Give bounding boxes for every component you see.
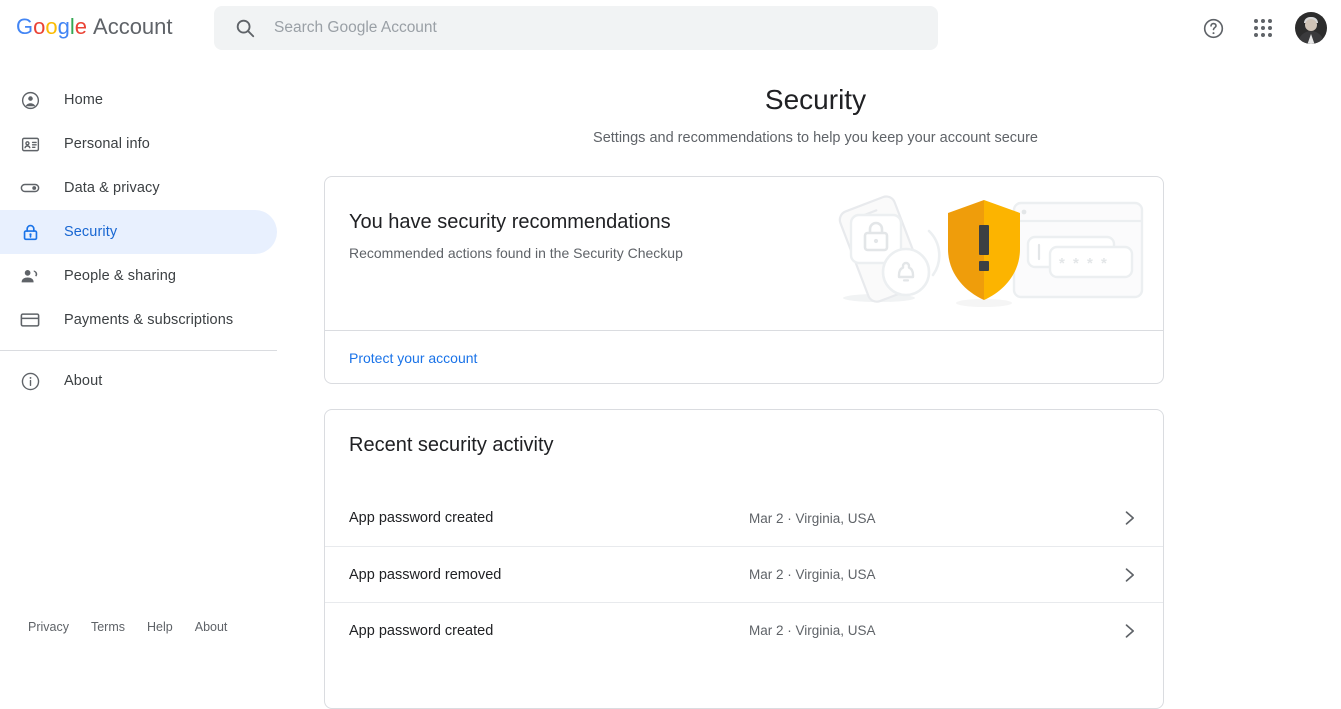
lock-icon bbox=[18, 220, 42, 244]
sidebar-item-label: Payments & subscriptions bbox=[64, 312, 234, 328]
security-shield-illustration: * * * * bbox=[829, 185, 1159, 315]
sidebar-item-label: Personal info bbox=[64, 136, 150, 152]
sidebar-item-payments-subscriptions[interactable]: Payments & subscriptions bbox=[0, 298, 277, 342]
svg-text:*: * bbox=[1059, 255, 1065, 272]
search-input[interactable] bbox=[274, 19, 914, 37]
activity-meta: Mar 2 · Virginia, USA bbox=[749, 567, 876, 582]
help-icon[interactable] bbox=[1195, 10, 1231, 46]
chevron-right-icon[interactable] bbox=[1119, 508, 1139, 528]
sidebar-item-people-sharing[interactable]: People & sharing bbox=[0, 254, 277, 298]
activity-name: App password removed bbox=[349, 566, 502, 583]
badge-icon bbox=[18, 132, 42, 156]
sidebar-divider bbox=[0, 350, 277, 351]
sidebar-item-security[interactable]: Security bbox=[0, 210, 277, 254]
table-row[interactable]: App password created Mar 2 · Virginia, U… bbox=[325, 490, 1163, 546]
table-row[interactable]: App password created Mar 2 · Virginia, U… bbox=[325, 602, 1163, 658]
sidebar-item-data-privacy[interactable]: Data & privacy bbox=[0, 166, 277, 210]
page-subtitle: Settings and recommendations to help you… bbox=[593, 130, 1038, 146]
protect-your-account-link[interactable]: Protect your account bbox=[349, 350, 477, 366]
sidebar-item-label: About bbox=[64, 373, 103, 389]
sidebar-item-about[interactable]: About bbox=[0, 359, 277, 403]
activity-meta: Mar 2 · Virginia, USA bbox=[749, 510, 876, 526]
recommendations-body: You have security recommendations Recomm… bbox=[325, 177, 1163, 330]
security-recommendations-card: You have security recommendations Recomm… bbox=[324, 176, 1164, 384]
people-icon bbox=[18, 264, 42, 288]
sidebar-item-home[interactable]: Home bbox=[0, 78, 277, 122]
footer-link-terms[interactable]: Terms bbox=[91, 620, 125, 634]
sidebar-item-label: Data & privacy bbox=[64, 180, 160, 196]
main-content: Security Settings and recommendations to… bbox=[290, 56, 1341, 709]
sidebar-item-label: Security bbox=[64, 224, 118, 240]
apps-grid-dots bbox=[1254, 19, 1272, 37]
search-bar[interactable] bbox=[214, 6, 938, 50]
google-account-logo[interactable]: Google Account bbox=[16, 14, 173, 40]
sidebar-item-label: Home bbox=[64, 92, 104, 108]
activity-name: App password created bbox=[349, 622, 494, 639]
footer-link-help[interactable]: Help bbox=[147, 620, 173, 634]
avatar[interactable] bbox=[1295, 12, 1327, 44]
footer-link-about[interactable]: About bbox=[195, 620, 228, 634]
activity-title: Recent security activity bbox=[349, 434, 554, 456]
account-circle-icon bbox=[18, 88, 42, 112]
top-bar: Google Account bbox=[0, 0, 1341, 56]
footer-links: Privacy Terms Help About bbox=[28, 620, 227, 634]
search-icon bbox=[234, 17, 256, 39]
recommendations-footer: Protect your account bbox=[325, 330, 1163, 383]
apps-grid-icon[interactable] bbox=[1245, 10, 1281, 46]
table-row[interactable]: App password removed Mar 2 · Virginia, U… bbox=[325, 546, 1163, 602]
svg-text:*: * bbox=[1101, 255, 1107, 272]
avatar-face bbox=[1305, 19, 1317, 31]
google-wordmark: Google bbox=[16, 14, 88, 39]
chevron-right-icon[interactable] bbox=[1119, 565, 1139, 585]
svg-text:*: * bbox=[1073, 255, 1079, 272]
svg-text:*: * bbox=[1087, 255, 1093, 272]
footer-link-privacy[interactable]: Privacy bbox=[28, 620, 69, 634]
sidebar-item-label: People & sharing bbox=[64, 268, 177, 284]
info-icon bbox=[18, 369, 42, 393]
activity-name: App password created bbox=[349, 510, 494, 526]
credit-card-icon bbox=[18, 308, 42, 332]
activity-meta: Mar 2 · Virginia, USA bbox=[749, 623, 876, 638]
page-title: Security bbox=[764, 84, 867, 115]
sidebar: Home Personal info Data & privacy Securi… bbox=[0, 78, 290, 403]
sidebar-item-personal-info[interactable]: Personal info bbox=[0, 122, 277, 166]
toggle-icon bbox=[18, 176, 42, 200]
account-word: Account bbox=[93, 14, 173, 39]
chevron-right-icon[interactable] bbox=[1119, 621, 1139, 641]
recent-security-activity-card: Recent security activity App password cr… bbox=[324, 409, 1164, 709]
top-right-actions bbox=[1195, 0, 1327, 56]
